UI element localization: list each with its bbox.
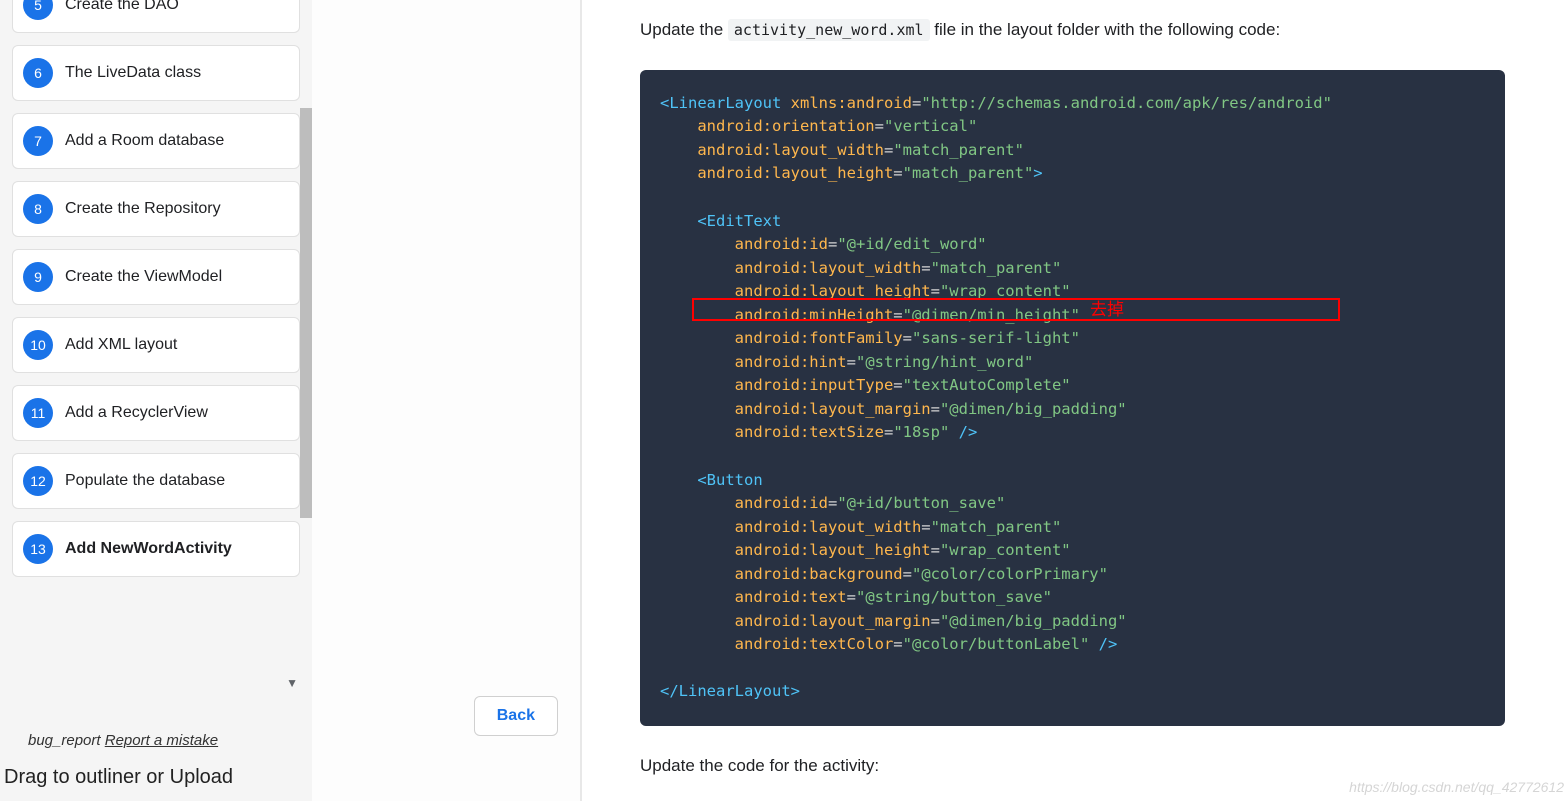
step-8[interactable]: 8 Create the Repository <box>12 181 300 237</box>
code-block: <LinearLayout xmlns:android="http://sche… <box>640 70 1505 726</box>
step-7[interactable]: 7 Add a Room database <box>12 113 300 169</box>
step-label: Add NewWordActivity <box>65 540 232 558</box>
step-label: Create the Repository <box>65 200 221 218</box>
sidebar: 5 Create the DAO 6 The LiveData class 7 … <box>0 0 312 801</box>
step-5[interactable]: 5 Create the DAO <box>12 0 300 33</box>
step-label: Create the DAO <box>65 0 179 14</box>
step-label: Add a RecyclerView <box>65 404 208 422</box>
outro-text: Update the code for the activity: <box>640 756 1540 776</box>
drag-upload-text: Drag to outliner or Upload <box>4 766 233 789</box>
mid-gap: Back <box>312 0 580 801</box>
step-number: 7 <box>23 126 53 156</box>
intro-pre: Update the <box>640 20 728 39</box>
scrollbar-thumb[interactable] <box>300 108 312 518</box>
step-number: 11 <box>23 398 53 428</box>
report-mistake-link[interactable]: Report a mistake <box>105 732 218 749</box>
step-13[interactable]: 13 Add NewWordActivity <box>12 521 300 577</box>
annotation-text: 去掉 <box>1090 295 1124 320</box>
main-content: Update the activity_new_word.xml file in… <box>640 0 1540 776</box>
step-label: Add XML layout <box>65 336 177 354</box>
intro-text: Update the activity_new_word.xml file in… <box>640 18 1540 42</box>
step-number: 5 <box>23 0 53 20</box>
step-9[interactable]: 9 Create the ViewModel <box>12 249 300 305</box>
report-mistake: bug_report Report a mistake <box>28 732 218 749</box>
step-number: 8 <box>23 194 53 224</box>
vertical-divider <box>580 0 582 801</box>
step-number: 13 <box>23 534 53 564</box>
chevron-down-icon[interactable]: ▼ <box>286 676 298 690</box>
bug-report-prefix: bug_report <box>28 732 101 749</box>
filename-inline: activity_new_word.xml <box>728 19 930 41</box>
step-label: The LiveData class <box>65 64 201 82</box>
step-11[interactable]: 11 Add a RecyclerView <box>12 385 300 441</box>
step-label: Populate the database <box>65 472 225 490</box>
step-label: Create the ViewModel <box>65 268 222 286</box>
step-number: 10 <box>23 330 53 360</box>
step-number: 12 <box>23 466 53 496</box>
step-6[interactable]: 6 The LiveData class <box>12 45 300 101</box>
step-number: 6 <box>23 58 53 88</box>
intro-post: file in the layout folder with the follo… <box>934 20 1280 39</box>
step-12[interactable]: 12 Populate the database <box>12 453 300 509</box>
step-10[interactable]: 10 Add XML layout <box>12 317 300 373</box>
watermark: https://blog.csdn.net/qq_42772612 <box>1349 779 1564 795</box>
step-number: 9 <box>23 262 53 292</box>
back-button[interactable]: Back <box>474 696 558 736</box>
step-label: Add a Room database <box>65 132 224 150</box>
